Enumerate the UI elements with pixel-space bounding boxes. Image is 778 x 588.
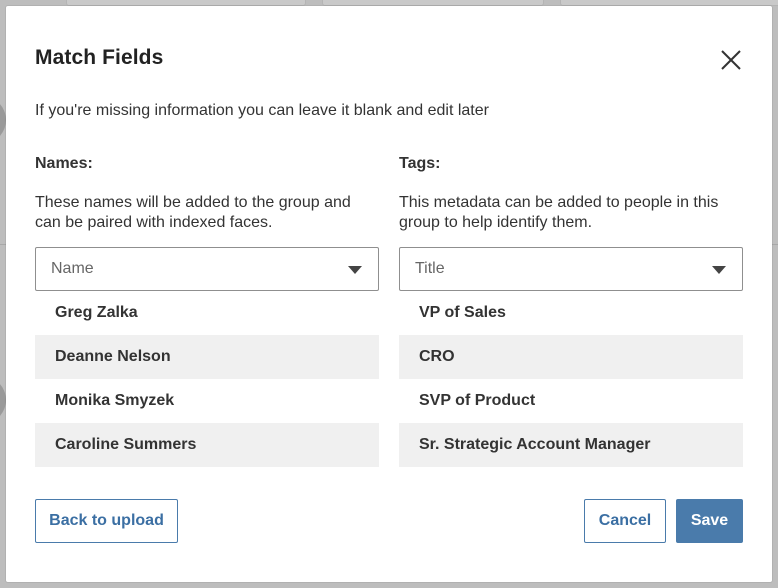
name-field-select[interactable]: Name	[35, 247, 379, 291]
close-button[interactable]	[715, 44, 747, 76]
close-icon	[721, 50, 741, 70]
list-item: Caroline Summers	[35, 423, 379, 467]
names-heading: Names:	[35, 155, 93, 172]
list-item: Monika Smyzek	[55, 392, 175, 409]
tags-list: VP of Sales CRO SVP of Product Sr. Strat…	[399, 291, 743, 467]
chevron-down-icon	[348, 266, 362, 274]
list-item: VP of Sales	[419, 304, 506, 321]
background-divider	[772, 244, 778, 245]
chevron-down-icon	[712, 266, 726, 274]
names-column: Names: These names will be added to the …	[35, 155, 379, 467]
list-item: Sr. Strategic Account Manager	[399, 423, 743, 467]
list-item: CRO	[399, 335, 743, 379]
dialog-title: Match Fields	[35, 46, 164, 69]
tag-select-value: Title	[415, 260, 445, 277]
cancel-button[interactable]: Cancel	[584, 499, 666, 543]
tags-heading: Tags:	[399, 155, 441, 172]
list-item: Greg Zalka	[55, 304, 138, 321]
name-select-value: Name	[51, 260, 94, 277]
back-to-upload-button[interactable]: Back to upload	[35, 499, 178, 543]
tags-column: Tags: This metadata can be added to peop…	[399, 155, 743, 467]
names-description: These names will be added to the group a…	[35, 194, 351, 231]
names-list: Greg Zalka Deanne Nelson Monika Smyzek C…	[35, 291, 379, 467]
list-item: Deanne Nelson	[35, 335, 379, 379]
tags-description: This metadata can be added to people in …	[399, 194, 719, 231]
list-item: SVP of Product	[419, 392, 536, 409]
save-button[interactable]: Save	[676, 499, 743, 543]
tag-field-select[interactable]: Title	[399, 247, 743, 291]
match-fields-dialog: Match Fields If you're missing informati…	[6, 6, 772, 582]
dialog-subtitle: If you're missing information you can le…	[35, 102, 489, 119]
